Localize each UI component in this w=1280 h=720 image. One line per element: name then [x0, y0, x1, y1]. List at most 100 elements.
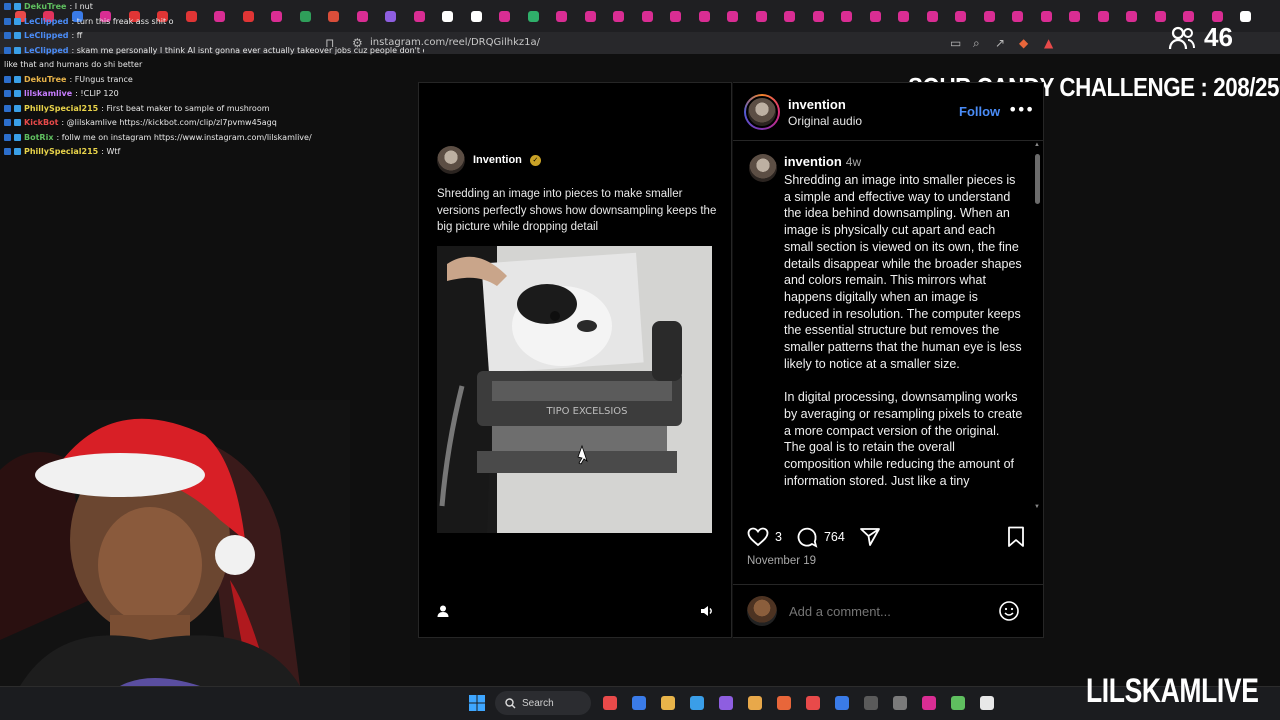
browser-tab[interactable] [1232, 0, 1261, 32]
chat-username[interactable]: KickBot [24, 116, 58, 131]
browser-tab[interactable] [918, 0, 947, 32]
add-comment-row[interactable] [747, 596, 989, 626]
taskbar-app-icon[interactable] [769, 690, 798, 716]
tab-favicon-icon [898, 10, 910, 22]
tab-favicon-icon [926, 10, 938, 22]
chat-text: : turn this freak ass shit o [71, 16, 174, 26]
chat-message: LeClipped: turn this freak ass shit o [4, 15, 424, 30]
scrollbar-thumb[interactable] [1035, 154, 1040, 204]
caption-scroll-area[interactable]: invention 4w Shredding an image into smal… [745, 150, 1032, 512]
tagged-user-icon[interactable] [434, 604, 452, 622]
browser-tab[interactable] [947, 0, 976, 32]
brave-shield-icon[interactable]: ◆ [1019, 36, 1028, 50]
chat-badge-icon [4, 133, 11, 141]
browser-tab[interactable] [662, 0, 691, 32]
zoom-icon[interactable]: ⌕ [973, 36, 980, 51]
screen-icon[interactable]: ▭ [950, 36, 961, 50]
emoji-icon[interactable] [998, 600, 1020, 627]
scroll-down-icon[interactable]: ▼ [1034, 504, 1040, 510]
browser-tab[interactable] [890, 0, 919, 32]
browser-tab[interactable] [861, 0, 890, 32]
chat-username[interactable]: lilskamlive [24, 87, 72, 102]
browser-tab[interactable] [519, 0, 548, 32]
caption-author-avatar[interactable] [749, 154, 777, 182]
search-icon [505, 697, 516, 708]
browser-tab[interactable] [747, 0, 776, 32]
browser-tab[interactable] [719, 0, 748, 32]
browser-tab[interactable] [1061, 0, 1090, 32]
viewer-count: 46 [1168, 22, 1233, 53]
reel-author-avatar[interactable] [437, 146, 465, 174]
chat-text: : !CLIP 120 [75, 89, 119, 98]
taskbar-app-icon[interactable] [827, 690, 856, 716]
caption-text: Shredding an image into smaller pieces i… [784, 172, 1024, 489]
browser-tab[interactable] [833, 0, 862, 32]
comment-bubble-icon[interactable] [796, 526, 818, 548]
reel-header[interactable]: Invention ✓ [437, 146, 541, 174]
taskbar-app-icon[interactable] [711, 690, 740, 716]
taskbar-app-icon[interactable] [682, 690, 711, 716]
tab-favicon-icon [698, 10, 710, 22]
taskbar-search[interactable]: Search [495, 691, 591, 715]
viewer-avatar [747, 596, 777, 626]
taskbar-app-icon[interactable] [653, 690, 682, 716]
caption-scrollbar[interactable]: ▲ ▼ [1034, 142, 1041, 512]
post-date[interactable]: November 19 [747, 555, 816, 567]
taskbar-app-icon[interactable] [624, 690, 653, 716]
browser-tab[interactable] [690, 0, 719, 32]
chat-text: : follw me on instagram https://www.inst… [56, 132, 312, 142]
post-header[interactable]: invention Original audio [744, 94, 862, 130]
reel-video-frame[interactable]: TIPO EXCELSIOS [437, 246, 712, 533]
post-author-name[interactable]: invention [788, 97, 862, 112]
bookmark-save-icon[interactable] [1006, 526, 1026, 553]
browser-tab[interactable] [548, 0, 577, 32]
browser-tab[interactable] [776, 0, 805, 32]
chat-username[interactable]: LeClipped [24, 29, 68, 44]
chat-username[interactable]: LeClipped [24, 44, 68, 59]
browser-tab[interactable] [576, 0, 605, 32]
taskbar-app-icon[interactable] [798, 690, 827, 716]
caption-author-name[interactable]: invention [784, 154, 842, 169]
browser-tab[interactable] [605, 0, 634, 32]
browser-tab[interactable] [462, 0, 491, 32]
mute-icon[interactable] [698, 604, 716, 622]
share-icon[interactable]: ↗ [995, 36, 1005, 50]
rewards-icon[interactable]: ▲ [1044, 36, 1053, 50]
browser-tab[interactable] [491, 0, 520, 32]
tab-favicon-icon [1097, 10, 1109, 22]
browser-tab[interactable] [633, 0, 662, 32]
chat-username[interactable]: DekuTree [24, 0, 66, 15]
windows-start-icon[interactable] [462, 690, 491, 716]
like-heart-icon[interactable] [747, 527, 769, 547]
chat-username[interactable]: PhillySpecial215 [24, 145, 98, 160]
browser-tab[interactable] [1004, 0, 1033, 32]
scroll-up-icon[interactable]: ▲ [1034, 142, 1040, 148]
taskbar-app-icon[interactable] [914, 690, 943, 716]
browser-tab[interactable] [434, 0, 463, 32]
browser-tab[interactable] [1089, 0, 1118, 32]
chat-username[interactable]: PhillySpecial215 [24, 102, 98, 117]
taskbar-app-icon[interactable] [740, 690, 769, 716]
chat-username[interactable]: DekuTree [24, 73, 66, 88]
taskbar-app-icon[interactable] [856, 690, 885, 716]
more-options-icon[interactable]: ••• [1008, 100, 1034, 119]
chat-username[interactable]: LeClipped [24, 15, 68, 30]
reel-author-name[interactable]: Invention [473, 154, 522, 166]
browser-tab[interactable] [804, 0, 833, 32]
follow-button[interactable]: Follow [959, 104, 1000, 119]
comment-input[interactable] [789, 603, 989, 619]
chat-badge-icon [14, 46, 21, 54]
browser-tab[interactable] [1032, 0, 1061, 32]
taskbar-app-icon[interactable] [972, 690, 1001, 716]
audio-label[interactable]: Original audio [788, 114, 862, 128]
browser-tab[interactable] [975, 0, 1004, 32]
taskbar-app-icon[interactable] [595, 690, 624, 716]
share-send-icon[interactable] [859, 527, 881, 547]
pasta-machine-dog-photo: TIPO EXCELSIOS [437, 246, 712, 533]
browser-tab[interactable] [1118, 0, 1147, 32]
chat-username[interactable]: BotRix [24, 131, 53, 146]
chat-badge-icon [14, 17, 21, 25]
post-author-avatar[interactable] [744, 94, 780, 130]
taskbar-app-icon[interactable] [885, 690, 914, 716]
taskbar-app-icon[interactable] [943, 690, 972, 716]
